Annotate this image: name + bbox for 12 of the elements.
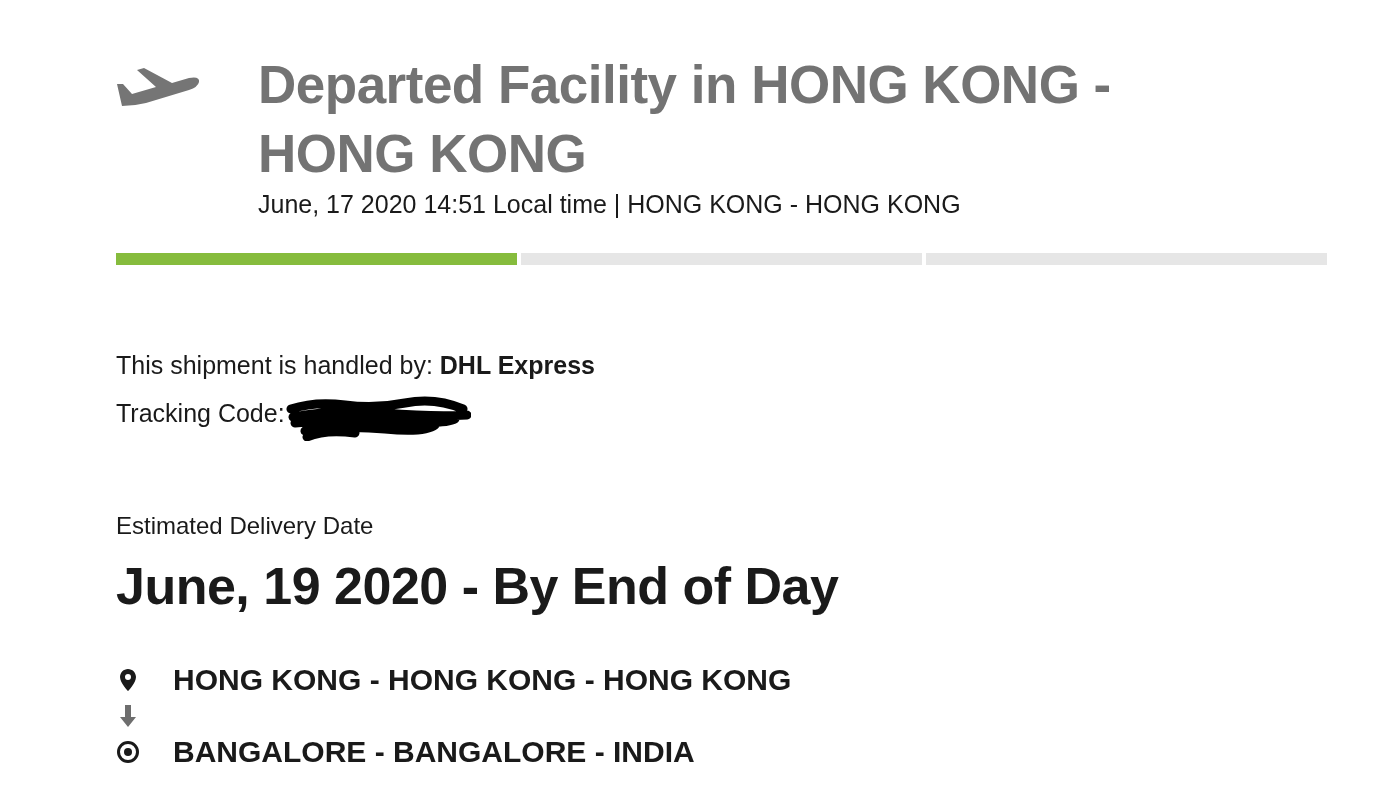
- down-arrow-icon: [120, 705, 136, 727]
- location-pin-icon: [120, 669, 136, 691]
- handler-text: This shipment is handled by: DHL Express: [116, 350, 595, 381]
- event-title: Departed Facility in HONG KONG - HONG KONG: [258, 54, 1112, 185]
- delivery-date: June, 19 2020 - By End of Day: [116, 556, 839, 616]
- route-place: HONG KONG - HONG KONG - HONG KONG: [173, 662, 792, 698]
- route-place: BANGALORE - BANGALORE - INDIA: [173, 734, 695, 770]
- airplane-icon: [116, 67, 200, 107]
- event-timestamp: June, 17 2020 14:51 Local time | HONG KONG - HONG KONG: [258, 189, 961, 220]
- tracking-code-label: Tracking Code:: [116, 397, 285, 429]
- target-icon: [117, 741, 139, 763]
- delivery-date-label: Estimated Delivery Date: [116, 511, 374, 541]
